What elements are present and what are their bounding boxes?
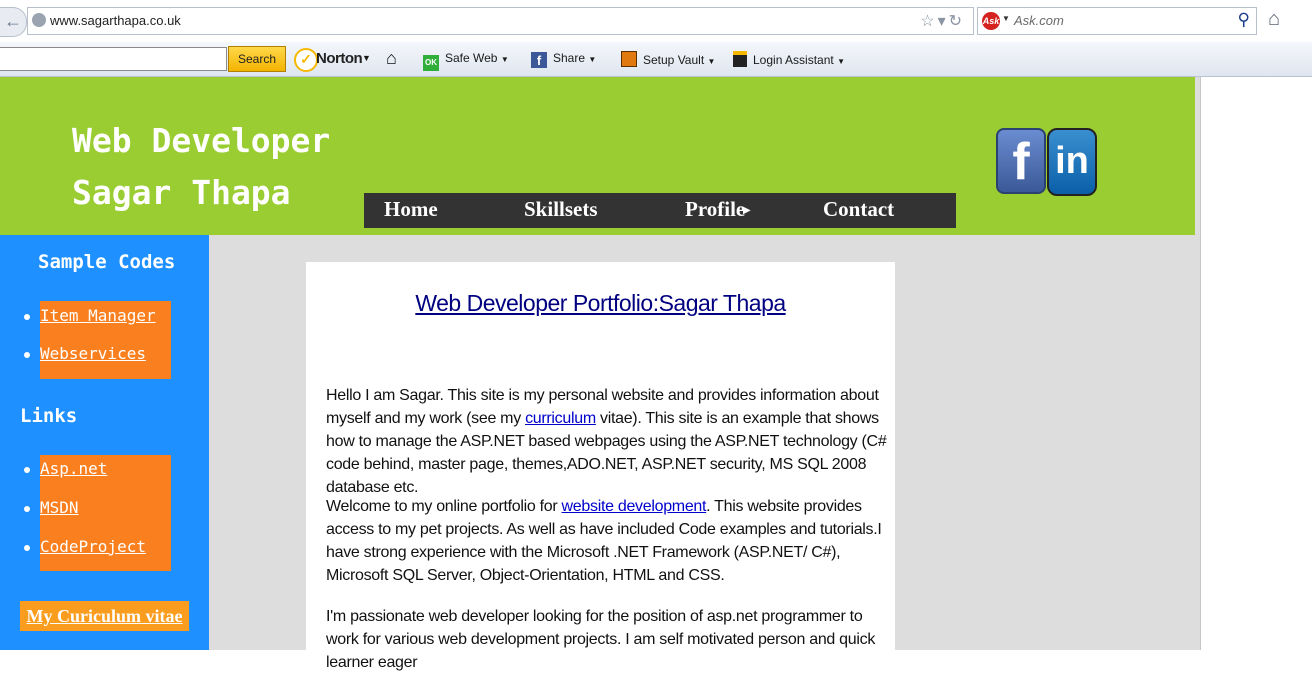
toolbar-item-label: Setup Vault [643,53,705,67]
toolbar-setup-vault[interactable]: Setup Vault ▼ [621,51,715,67]
curriculum-link[interactable]: curriculum [525,410,596,427]
site-banner: Web Developer Sagar Thapa Home Skillsets… [0,77,1195,235]
facebook-share-icon: f [531,52,547,68]
sidebar-link-aspnet[interactable]: Asp.net [40,459,107,478]
toolbar-item-label: Login Assistant [753,53,834,67]
sidebar: Sample Codes Item Manager Webservices Li… [0,235,209,650]
page-title[interactable]: Web Developer Portfolio:Sagar Thapa [306,290,895,317]
passion-paragraph: I'm passionate web developer looking for… [326,608,876,671]
engine-dropdown-icon[interactable]: ▼ [1002,14,1010,23]
submenu-arrow-icon: ▶ [743,205,751,216]
globe-icon [32,13,46,27]
nav-home[interactable]: Home [384,197,438,222]
vault-icon [621,51,637,67]
nav-skillsets[interactable]: Skillsets [524,197,598,222]
bullet-icon [24,467,30,473]
toolbar-login-assistant[interactable]: Login Assistant ▼ [733,51,845,67]
toolbar-safe-web[interactable]: OK Safe Web ▼ [423,51,509,71]
chevron-down-icon: ▼ [837,57,845,66]
norton-menu[interactable]: Norton [316,50,363,67]
linkedin-icon[interactable]: in [1047,128,1097,196]
main-nav: Home Skillsets Profile ▶ Contact [364,193,956,228]
home-icon[interactable]: ⌂ [1268,8,1280,31]
facebook-icon[interactable]: f [996,128,1046,194]
chevron-down-icon[interactable]: ▼ [362,53,371,63]
search-engine-box[interactable]: Ask ▼ Ask.com ⚲ [977,7,1257,35]
address-bar[interactable]: www.sagarthapa.co.uk ☆▾↻ [27,7,974,35]
main-content: Web Developer Portfolio:Sagar Thapa Hell… [306,262,896,671]
sidebar-link-item-manager[interactable]: Item Manager [40,306,156,325]
norton-toolbar: Search ✓ Norton ▼ ⌂ OK Safe Web ▼ f Share … [0,42,1312,77]
bullet-icon [24,545,30,551]
web-page: Web Developer Sagar Thapa Home Skillsets… [0,77,1201,671]
norton-home-icon[interactable]: ⌂ [386,48,397,69]
search-engine-input[interactable]: Ask.com [1014,13,1064,28]
sidebar-heading-sample-codes: Sample Codes [38,251,176,273]
toolbar-search-button[interactable]: Search [228,46,286,72]
bookmark-star-icon[interactable]: ☆▾↻ [920,11,965,31]
sidebar-heading-links: Links [20,405,78,427]
intro-paragraph: Hello I am Sagar. This site is my person… [326,384,896,499]
search-icon[interactable]: ⚲ [1238,10,1250,30]
ask-logo-icon[interactable]: Ask [982,12,1000,30]
window-margin [1201,77,1312,650]
site-title-line1: Web Developer [72,121,331,160]
chevron-down-icon: ▼ [588,55,597,64]
safe-web-icon: OK [423,55,439,71]
sidebar-link-codeproject[interactable]: CodeProject [40,537,146,556]
website-development-link[interactable]: website development [562,498,707,515]
chevron-down-icon: ▼ [707,57,716,66]
sidebar-link-msdn[interactable]: MSDN [40,498,79,517]
browser-address-row: ← www.sagarthapa.co.uk ☆▾↻ Ask ▼ Ask.com… [0,0,1312,42]
nav-contact[interactable]: Contact [823,197,894,222]
back-arrow-icon: ← [4,11,22,31]
cv-button[interactable]: My Curiculum vitae [20,601,189,631]
toolbar-share[interactable]: f Share ▼ [531,51,596,68]
sidebar-link-webservices[interactable]: Webservices [40,344,146,363]
sample-codes-box: Item Manager Webservices [40,301,171,379]
login-assistant-icon [733,51,747,67]
paragraph-text: Welcome to my online portfolio for [326,498,562,515]
bullet-icon [24,506,30,512]
welcome-paragraph: Welcome to my online portfolio for websi… [326,495,896,587]
toolbar-item-label: Safe Web [445,51,498,65]
site-title-line2: Sagar Thapa [72,173,291,212]
bullet-icon [24,352,30,358]
toolbar-search-input[interactable] [0,47,227,71]
links-box: Asp.net MSDN CodeProject [40,455,171,571]
nav-profile[interactable]: Profile [685,197,745,222]
back-button[interactable]: ← [0,7,27,37]
norton-check-icon[interactable]: ✓ [294,48,318,72]
url-text[interactable]: www.sagarthapa.co.uk [50,13,181,28]
bullet-icon [24,314,30,320]
chevron-down-icon: ▼ [500,55,509,64]
site-title: Web Developer Sagar Thapa [72,115,330,219]
toolbar-item-label: Share [553,51,586,65]
